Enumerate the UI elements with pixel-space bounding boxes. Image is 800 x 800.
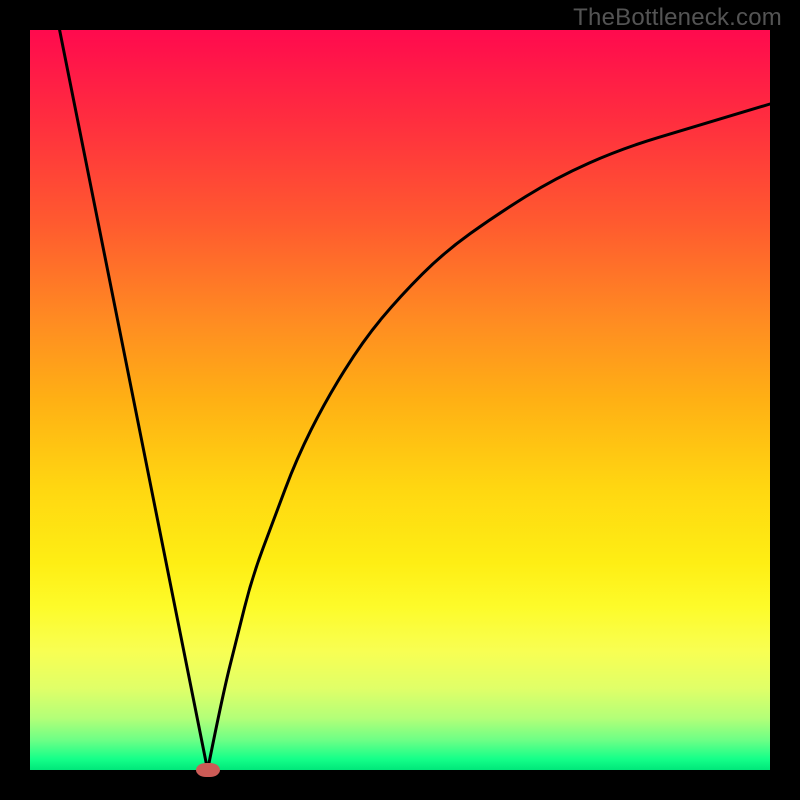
curve-left-branch — [60, 30, 208, 770]
watermark-label: TheBottleneck.com — [573, 4, 782, 32]
plot-area — [30, 30, 770, 770]
chart-frame: TheBottleneck.com — [0, 0, 800, 800]
bottleneck-curve — [30, 30, 770, 770]
curve-right-branch — [208, 104, 770, 770]
vertex-marker — [196, 763, 220, 777]
